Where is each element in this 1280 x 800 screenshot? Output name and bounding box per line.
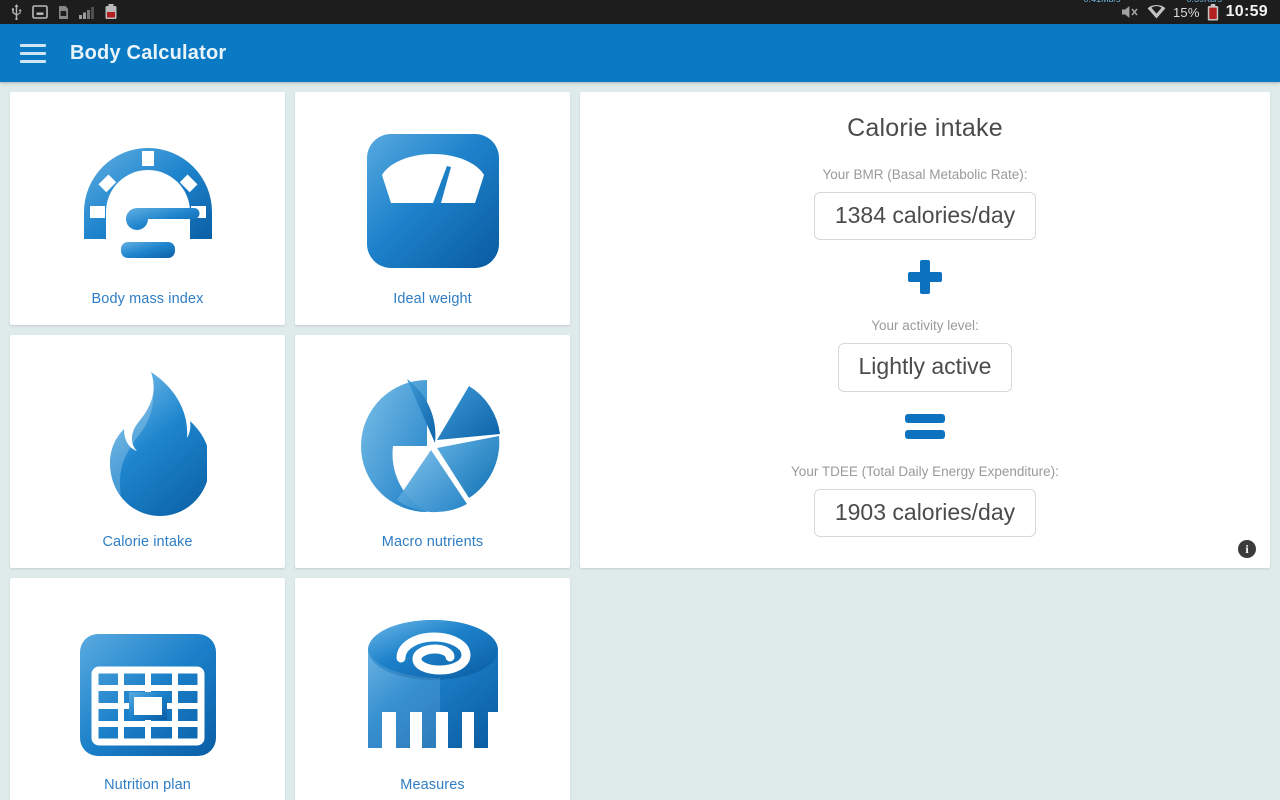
tile-ideal-weight[interactable]: Ideal weight [295, 92, 570, 325]
battery-alert-icon [104, 4, 118, 20]
battery-percent-label: 15% [1172, 4, 1200, 20]
hamburger-menu-icon[interactable] [16, 36, 50, 70]
calculator-tile-grid: Body mass index Ideal weight Calorie int… [10, 92, 570, 800]
status-bar-right-icons: 15% 10:59 [1120, 3, 1274, 21]
tile-macro-nutrients[interactable]: Macro nutrients [295, 335, 570, 568]
app-bar: Body Calculator 0.41Mb/s 0.59Kb/s [0, 0, 1280, 82]
tile-body-mass-index[interactable]: Body mass index [10, 92, 285, 325]
network-download-speed: 0.41Mb/s [1083, 0, 1120, 4]
tile-label: Measures [400, 777, 465, 793]
volume-mute-icon [1120, 4, 1140, 20]
activity-level-caption: Your activity level: [871, 318, 979, 334]
bmr-caption: Your BMR (Basal Metabolic Rate): [822, 167, 1028, 182]
usb-icon [10, 4, 23, 20]
network-upload-speed: 0.59Kb/s [1186, 0, 1222, 4]
tile-label: Body mass index [91, 291, 204, 307]
gauge-icon [10, 110, 285, 291]
sim-icon [57, 5, 70, 20]
tile-calorie-intake[interactable]: Calorie intake [10, 335, 285, 568]
status-bar-left-icons [6, 4, 118, 20]
bathroom-scale-icon [295, 110, 570, 291]
flame-icon [10, 353, 285, 534]
plus-icon [908, 260, 942, 295]
wifi-icon [1147, 4, 1166, 20]
app-title: Body Calculator [70, 41, 227, 64]
calendar-icon [10, 596, 285, 777]
tile-label: Calorie intake [102, 534, 193, 550]
tdee-value-field[interactable]: 1903 calories/day [813, 488, 1037, 538]
tile-label: Macro nutrients [381, 534, 484, 550]
main-content: Body mass index Ideal weight Calorie int… [0, 82, 1280, 800]
signal-icon [79, 6, 95, 19]
tile-label: Ideal weight [393, 291, 472, 307]
calorie-intake-panel: Calorie intake Your BMR (Basal Metabolic… [580, 92, 1270, 568]
network-speed-indicator: 0.41Mb/s 0.59Kb/s [1083, 0, 1280, 4]
pie-chart-icon [295, 353, 570, 534]
panel-title: Calorie intake [847, 114, 1003, 142]
hamburger-line [20, 59, 46, 63]
hamburger-line [20, 51, 46, 55]
tile-measures[interactable]: Measures [295, 578, 570, 800]
hamburger-line [20, 43, 46, 47]
tdee-caption: Your TDEE (Total Daily Energy Expenditur… [791, 463, 1059, 479]
tile-nutrition-plan[interactable]: Nutrition plan [10, 578, 285, 800]
battery-low-icon [1207, 3, 1219, 21]
equals-icon [905, 413, 945, 440]
activity-level-field[interactable]: Lightly active [837, 343, 1013, 392]
tile-label: Nutrition plan [104, 777, 191, 793]
measuring-tape-icon [295, 596, 570, 777]
info-icon[interactable]: i [1238, 540, 1256, 558]
screenshot-icon [32, 5, 48, 19]
status-bar-clock: 10:59 [1225, 3, 1268, 20]
bmr-value-field[interactable]: 1384 calories/day [813, 192, 1037, 241]
